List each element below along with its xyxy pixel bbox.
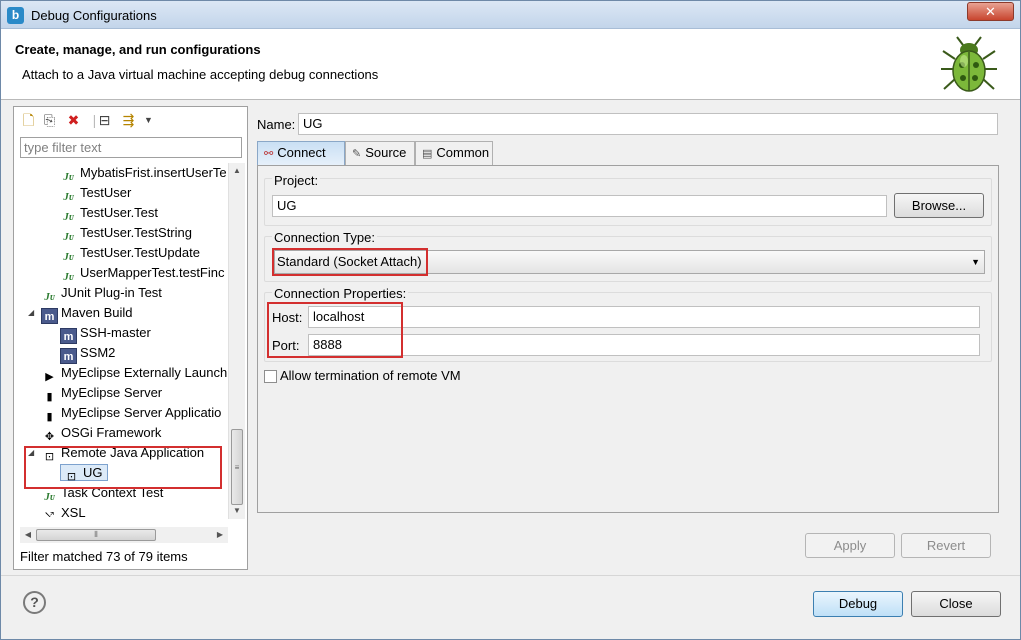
connection-properties-label: Connection Properties: — [272, 286, 409, 301]
connection-type-label: Connection Type: — [272, 230, 377, 245]
name-field[interactable]: UG — [298, 113, 998, 135]
config-editor-pane: Name: UG ⚯ Connect ✎ Source ▤ Common Projec… — [251, 106, 1008, 570]
tree-item-label: MyEclipse Externally Launch — [61, 365, 228, 380]
launch-config-tree-pane: 🗋 ⎘ ✖ | ⊟ ⇶ ▼ type filter text Jᴜ Mybatis… — [13, 106, 248, 570]
expand-toggle-icon[interactable]: ◢ — [28, 303, 34, 323]
allow-termination-label: Allow termination of remote VM — [280, 368, 461, 383]
tree-horizontal-scrollbar[interactable]: ◀ ⦀ ▶ — [20, 527, 228, 543]
tree-item[interactable]: m SSM2 — [60, 343, 116, 364]
filter-icon[interactable]: ⇶ — [120, 112, 137, 129]
header-banner: Create, manage, and run configurations A… — [1, 29, 1020, 100]
tree-item-label: SSM2 — [80, 345, 116, 360]
tree-item-label: TestUser.Test — [80, 205, 159, 220]
filter-input[interactable]: type filter text — [20, 137, 242, 158]
common-icon: ▤ — [422, 148, 433, 160]
tree-item-label: TestUser.TestUpdate — [80, 245, 200, 260]
banner-subtitle: Attach to a Java virtual machine accepti… — [22, 67, 379, 82]
browse-button[interactable]: Browse... — [894, 193, 984, 218]
scroll-left-icon[interactable]: ◀ — [20, 527, 36, 543]
tree-item-label: OSGi Framework — [61, 425, 162, 440]
source-icon: ✎ — [352, 148, 362, 160]
debug-configurations-dialog: b Debug Configurations ✕ Create, manage,… — [0, 0, 1021, 640]
tree-item-label: XSL — [61, 505, 86, 517]
allow-termination-checkbox[interactable] — [264, 370, 277, 383]
collapse-all-icon[interactable]: ⊟ — [96, 112, 113, 129]
tree-item-label: MyEclipse Server — [61, 385, 163, 400]
tree-item[interactable]: Jᴜ TestUser — [60, 183, 131, 203]
tab-common[interactable]: ▤ Common — [415, 141, 493, 165]
hscroll-thumb[interactable]: ⦀ — [36, 529, 156, 541]
name-label: Name: — [257, 117, 296, 132]
tree-item-label: Maven Build — [61, 305, 133, 320]
highlight-connection-type — [272, 248, 428, 276]
host-field[interactable]: localhost — [308, 306, 980, 328]
project-label: Project: — [272, 173, 321, 188]
close-window-button[interactable]: ✕ — [967, 2, 1014, 21]
revert-button[interactable]: Revert — [901, 533, 991, 558]
apply-button[interactable]: Apply — [805, 533, 895, 558]
tree-item-label: MyEclipse Server Applicatio — [61, 405, 222, 420]
tab-connect[interactable]: ⚯ Connect — [257, 141, 345, 165]
tree-item[interactable]: Jᴜ TestUser.TestString — [60, 223, 192, 243]
tree-toolbar: 🗋 ⎘ ✖ | ⊟ ⇶ ▼ — [14, 107, 247, 135]
scroll-right-icon[interactable]: ▶ — [212, 527, 228, 543]
tree-item[interactable]: Jᴜ JUnit Plug-in Test — [41, 283, 162, 303]
tree-item[interactable]: Jᴜ UserMapperTest.testFinc — [60, 263, 225, 283]
filter-menu-chevron-down-icon[interactable]: ▼ — [140, 112, 157, 129]
scroll-up-icon[interactable]: ▲ — [229, 163, 245, 179]
tree-item[interactable]: Jᴜ TestUser.TestUpdate — [60, 243, 200, 263]
config-tabs: ⚯ Connect ✎ Source ▤ Common — [257, 141, 999, 165]
title-bar: b Debug Configurations ✕ — [1, 1, 1020, 29]
tab-common-label: Common — [436, 145, 490, 160]
tree-item[interactable]: ▮ MyEclipse Server Applicatio — [41, 403, 221, 423]
chevron-down-icon: ▼ — [971, 257, 980, 267]
bug-icon — [941, 36, 997, 92]
scroll-thumb[interactable]: ≡ — [231, 429, 243, 505]
tab-connect-label: Connect — [277, 145, 326, 160]
tree-item[interactable]: ▮ MyEclipse Server — [41, 383, 162, 403]
port-field[interactable]: 8888 — [308, 334, 980, 356]
tree-item[interactable]: Jᴜ TestUser.Test — [60, 203, 158, 223]
tree-item-label: UserMapperTest.testFinc — [80, 265, 225, 280]
tree-item-label: JUnit Plug-in Test — [61, 285, 162, 300]
tree-item-label: MybatisFrist.insertUserTe — [80, 165, 227, 180]
highlight-remote-java-app — [24, 446, 222, 489]
new-config-icon[interactable]: 🗋 — [20, 112, 37, 129]
window-title: Debug Configurations — [31, 8, 157, 23]
tree-item[interactable]: ▶ MyEclipse Externally Launch — [41, 363, 227, 383]
tree-item-label: TestUser — [80, 185, 132, 200]
debug-button[interactable]: Debug — [813, 591, 903, 617]
tree-item[interactable]: ◢ m Maven Build — [28, 303, 133, 324]
delete-config-icon[interactable]: ✖ — [65, 112, 82, 129]
close-button[interactable]: Close — [911, 591, 1001, 617]
scroll-down-icon[interactable]: ▼ — [229, 503, 245, 519]
xsl-icon: ⤭ — [45, 511, 54, 517]
connect-tab-panel: Project: UG Browse... Connection Type: S… — [257, 165, 999, 513]
maven-icon: m — [60, 348, 77, 364]
help-icon[interactable]: ? — [23, 591, 46, 614]
tab-source[interactable]: ✎ Source — [345, 141, 415, 165]
filter-status-text: Filter matched 73 of 79 items — [20, 549, 188, 564]
tree-item[interactable]: ✥ OSGi Framework — [41, 423, 162, 443]
tree-item[interactable]: ⤭ XSL — [41, 503, 86, 517]
tree-item-label: TestUser.TestString — [80, 225, 192, 240]
app-icon: b — [7, 7, 24, 24]
tree-vertical-scrollbar[interactable]: ▲ ≡ ▼ — [228, 163, 245, 519]
connect-icon: ⚯ — [264, 148, 274, 160]
duplicate-config-icon[interactable]: ⎘ — [41, 112, 58, 129]
highlight-connection-properties — [267, 302, 403, 358]
project-field[interactable]: UG — [272, 195, 887, 217]
tree-item-label: SSH-master — [80, 325, 151, 340]
maven-icon: m — [60, 328, 77, 344]
tree-item[interactable]: m SSH-master — [60, 323, 151, 344]
tree-item[interactable]: Jᴜ MybatisFrist.insertUserTe — [60, 163, 227, 183]
maven-icon: m — [41, 308, 58, 324]
banner-title: Create, manage, and run configurations — [15, 42, 261, 57]
tab-source-label: Source — [365, 145, 407, 160]
footer-separator — [1, 575, 1020, 576]
